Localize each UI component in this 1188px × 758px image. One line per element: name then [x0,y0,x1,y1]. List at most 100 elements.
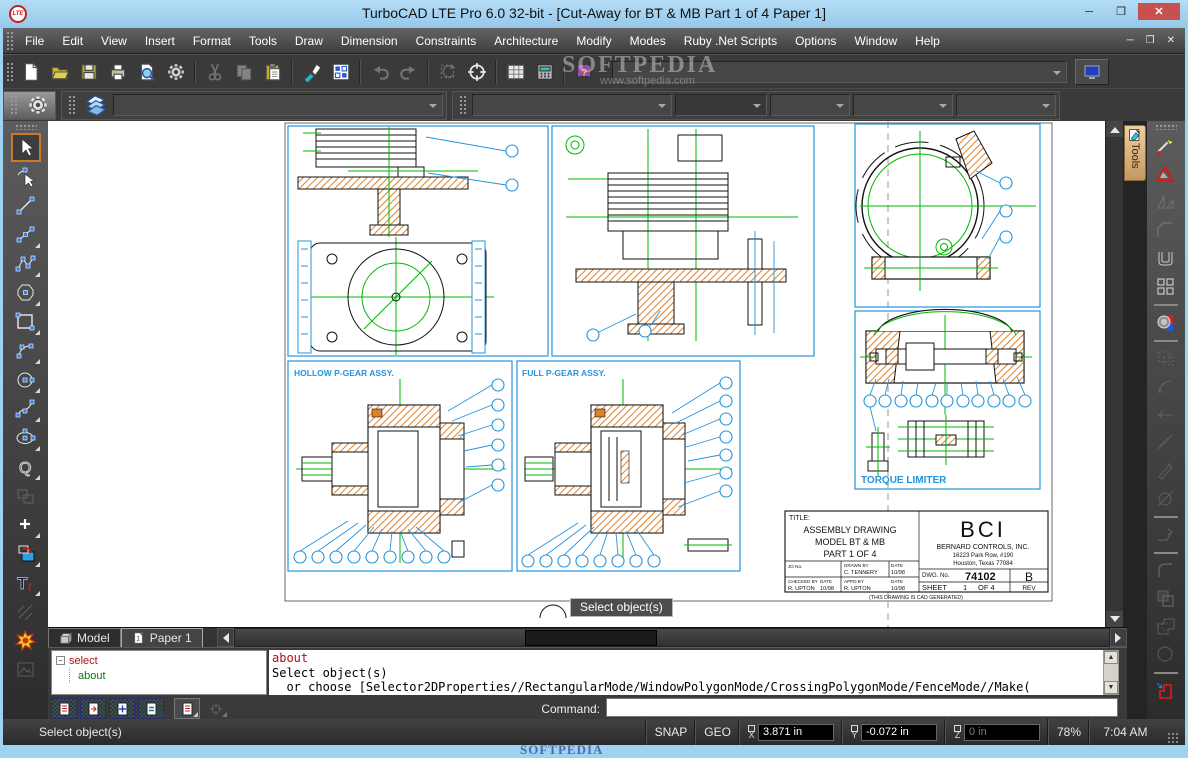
titlebar[interactable]: LTE TurboCAD LTE Pro 6.0 32-bit - [Cut-A… [0,0,1188,28]
text-style-combo[interactable] [956,94,1056,116]
print-preview-button[interactable] [132,58,161,86]
y-coordinate-field[interactable]: -0.072 in [861,724,937,741]
save-button[interactable] [74,58,103,86]
menu-view[interactable]: View [92,34,136,48]
point-tool-button[interactable] [11,510,41,539]
command-history-tree[interactable]: − select about [51,650,267,695]
tab-model[interactable]: Model [48,628,121,647]
menu-help[interactable]: Help [906,34,949,48]
canvas-horizontal-scrollbar[interactable] [234,628,1110,647]
panel-grip[interactable] [459,95,466,115]
cad-drawing[interactable]: TORQUE LIMITER HOLLOW P-GEAR ASSY. [48,121,1105,627]
geo-toggle[interactable]: GEO [695,719,739,745]
toolbar-grip[interactable] [6,62,13,82]
scroll-down-button[interactable] [1106,611,1124,627]
screen-settings-button[interactable] [1075,59,1109,85]
spline-tool-button[interactable] [11,394,41,423]
profile-tool-button[interactable] [1152,677,1180,705]
render-tool-button[interactable] [1152,309,1180,337]
menu-architecture[interactable]: Architecture [485,34,567,48]
menu-modify[interactable]: Modify [567,34,620,48]
ellipse-tool-button[interactable] [11,423,41,452]
offset-tool-button[interactable] [1152,245,1180,273]
brush-style-combo[interactable] [853,94,953,116]
explode-tool-button[interactable] [11,626,41,655]
minimize-button[interactable]: ─ [1074,3,1104,20]
output-scroll-down[interactable]: ▼ [1104,681,1118,694]
log-center-button[interactable] [109,698,135,719]
menubar-grip[interactable] [6,31,13,51]
tools-palette-tab[interactable]: Tools [1124,125,1146,181]
trim-tool-button[interactable] [1152,133,1180,161]
menu-format[interactable]: Format [184,34,240,48]
circle-tool-button[interactable] [11,365,41,394]
pen-pattern-combo[interactable] [770,94,850,116]
menu-insert[interactable]: Insert [136,34,184,48]
text-tool-button[interactable]: Tt [11,568,41,597]
menu-modes[interactable]: Modes [621,34,675,48]
scroll-left-button[interactable] [217,628,234,647]
table-button[interactable] [501,58,530,86]
select-tool-button[interactable] [11,133,41,162]
polyline-tool-button[interactable] [11,249,41,278]
command-input[interactable] [606,698,1118,717]
open-file-button[interactable] [45,58,74,86]
log-jump-button[interactable] [80,698,106,719]
menu-edit[interactable]: Edit [53,34,92,48]
panel-grip[interactable] [10,95,17,115]
close-button[interactable]: ✕ [1138,3,1180,20]
pen-style-combo[interactable] [472,94,672,116]
menu-tools[interactable]: Tools [240,34,286,48]
mdi-minimize-button[interactable]: ─ [1127,35,1134,46]
tab-paper-1[interactable]: 1Paper 1 [121,628,203,647]
menu-ruby-net-scripts[interactable]: Ruby .Net Scripts [675,34,786,48]
output-scroll-up[interactable]: ▲ [1104,651,1118,664]
delete-constraint-tool-button[interactable] [1152,161,1180,189]
snap-target-button[interactable] [462,58,491,86]
rectangle-tool-button[interactable] [11,307,41,336]
print-button[interactable] [103,58,132,86]
quick-curve-tool-button[interactable]: Q [11,452,41,481]
command-output-scrollbar[interactable]: ▲ ▼ [1103,650,1119,695]
zoom-level[interactable]: 78% [1048,719,1089,745]
new-document-button[interactable] [16,58,45,86]
toolbar-search-combo[interactable] [612,61,1067,83]
options-gear-button[interactable] [23,91,52,119]
log-options-button[interactable] [174,698,200,719]
line-segment-tool-button[interactable] [11,220,41,249]
layer-combo[interactable] [113,94,443,116]
pen-width-combo[interactable] [675,94,767,116]
scroll-right-button[interactable] [1110,628,1127,647]
mdi-close-button[interactable]: ✕ [1167,35,1175,46]
snap-toggle[interactable]: SNAP [646,719,696,745]
array-tool-button[interactable] [1152,273,1180,301]
scroll-up-button[interactable] [1106,121,1124,137]
arc-tool-button[interactable] [11,336,41,365]
edit-node-tool-button[interactable] [11,162,41,191]
horizontal-scroll-thumb[interactable] [525,630,657,646]
resize-grip[interactable] [1167,732,1180,745]
line-tool-button[interactable] [11,191,41,220]
palette-grip[interactable] [1155,124,1177,130]
copy-transform-tool-button[interactable] [11,539,41,568]
format-painter-button[interactable] [297,58,326,86]
panel-grip[interactable] [68,95,75,115]
log-collapse-button[interactable] [138,698,164,719]
menu-window[interactable]: Window [845,34,906,48]
menu-options[interactable]: Options [786,34,845,48]
help-book-button[interactable]: ? [569,58,598,86]
calculator-button[interactable] [530,58,559,86]
palette-grip[interactable] [15,124,37,130]
selector-mode-button[interactable] [326,58,355,86]
tree-collapse-icon[interactable]: − [56,656,65,665]
command-output[interactable]: about Select object(s) or choose [Select… [269,650,1103,695]
log-lines-button[interactable] [51,698,77,719]
menu-draw[interactable]: Draw [286,34,332,48]
layers-button[interactable] [81,91,110,119]
settings-gear-button[interactable] [161,58,190,86]
tree-root-item[interactable]: select [69,655,98,667]
mdi-restore-button[interactable]: ❐ [1146,35,1155,46]
polygon-tool-button[interactable] [11,278,41,307]
drawing-canvas[interactable]: TORQUE LIMITER HOLLOW P-GEAR ASSY. [48,121,1105,627]
menu-constraints[interactable]: Constraints [407,34,486,48]
